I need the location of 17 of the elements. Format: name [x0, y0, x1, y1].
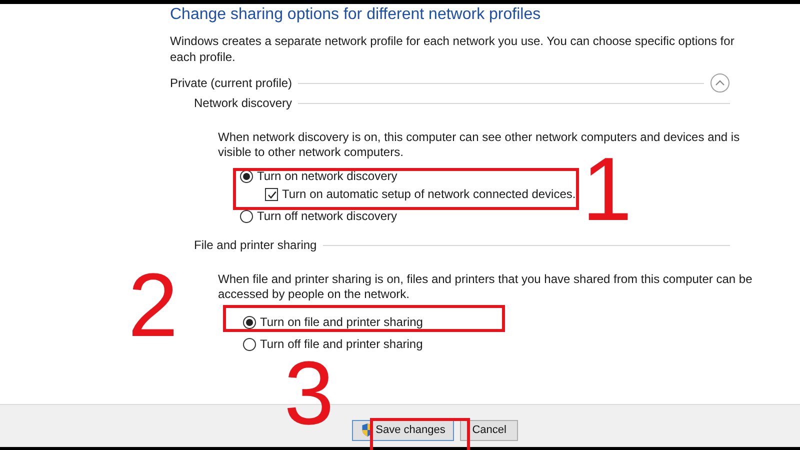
section-description: When network discovery is on, this computer can see other network computers and devices and is visible to other network computers.	[218, 130, 741, 159]
step-number: 2	[128, 272, 178, 340]
section-heading: Network discovery	[194, 96, 292, 110]
step-number: 3	[284, 360, 334, 428]
checkbox-option[interactable]: Turn on automatic setup of network connected devices.	[240, 187, 576, 202]
radio-option[interactable]: Turn on file and printer sharing	[243, 315, 423, 330]
section-description: When file and printer sharing is on, files and printers that you have shared from this computer can be accessed by people on the network.	[218, 272, 754, 302]
radio-option[interactable]: Turn off network discovery	[240, 209, 398, 224]
save-button[interactable]: Save changes	[352, 420, 454, 440]
description-text: Windows creates a separate network profile for each network you use. You can choose specific options for each profile.	[170, 33, 736, 65]
page-title: Change sharing options for different network profiles	[170, 6, 542, 24]
profile-heading: Private (current profile)	[170, 76, 292, 90]
radio-option[interactable]: Turn off file and printer sharing	[243, 337, 423, 352]
cancel-button[interactable]: Cancel	[460, 420, 518, 440]
radio-option[interactable]: Turn on network discovery	[240, 169, 398, 184]
section-heading: File and printer sharing	[194, 238, 317, 252]
step-number: 1	[582, 156, 632, 224]
